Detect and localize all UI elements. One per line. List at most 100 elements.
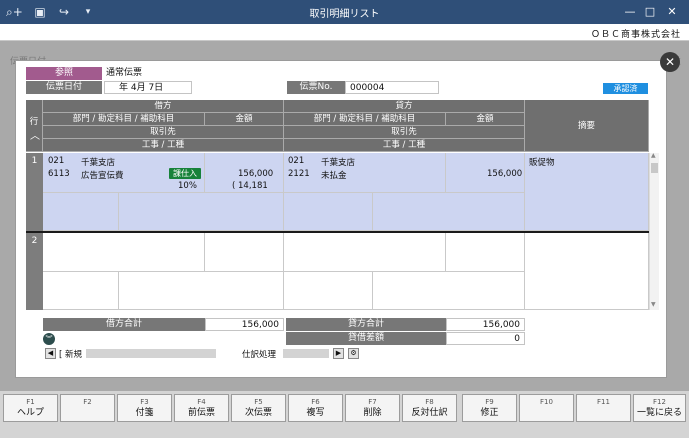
f7-key: F7 bbox=[368, 398, 377, 406]
row1-debit-dept-code: 021 bbox=[48, 156, 65, 166]
f9-key: F9 bbox=[485, 398, 494, 406]
f12-key: F12 bbox=[653, 398, 666, 406]
f12-label: 一覧に戻る bbox=[636, 408, 682, 418]
reference-label: 参照 bbox=[26, 67, 102, 80]
voucher-date-label: 伝票日付 bbox=[26, 81, 102, 94]
expand-down-icon[interactable]: ︾ bbox=[43, 333, 55, 345]
f5-next-voucher-button[interactable]: F5 次伝票 bbox=[231, 394, 286, 422]
row-number-2[interactable]: 2 bbox=[26, 233, 43, 310]
f6-label: 複写 bbox=[306, 408, 325, 418]
debit-account-header: 部門 / 勘定科目 / 補助科目 bbox=[43, 113, 205, 126]
redacted-process bbox=[283, 349, 329, 358]
row2-credit-account-cell[interactable] bbox=[284, 233, 446, 272]
row2-debit-partner-cell[interactable] bbox=[43, 272, 119, 310]
f10-button[interactable]: F10 bbox=[519, 394, 574, 422]
next-arrow-icon[interactable]: ▶ bbox=[333, 348, 344, 359]
f3-sticky-button[interactable]: F3 付箋 bbox=[117, 394, 172, 422]
settings-icon[interactable]: ⚙ bbox=[348, 348, 359, 359]
row1-debit-partner-cell[interactable] bbox=[43, 193, 119, 231]
f8-reverse-entry-button[interactable]: F8 反対仕訳 bbox=[402, 394, 457, 422]
f10-key: F10 bbox=[540, 398, 553, 406]
f7-delete-button[interactable]: F7 削除 bbox=[345, 394, 400, 422]
row2-debit-project-cell[interactable] bbox=[119, 272, 284, 310]
f11-key: F11 bbox=[597, 398, 610, 406]
f8-key: F8 bbox=[425, 398, 434, 406]
company-name: ＯＢＣ商事株式会社 bbox=[590, 30, 681, 40]
f1-label: ヘルプ bbox=[16, 408, 44, 418]
scroll-down-icon[interactable]: ▼ bbox=[651, 301, 656, 308]
f11-button[interactable]: F11 bbox=[576, 394, 631, 422]
row1-summary: 販促物 bbox=[529, 158, 555, 168]
row1-debit-account-name: 広告宣伝費 bbox=[81, 171, 124, 181]
debit-header: 借方 bbox=[43, 100, 284, 113]
f3-key: F3 bbox=[140, 398, 149, 406]
row1-credit-partner-cell[interactable] bbox=[284, 193, 373, 231]
row1-debit-tax-amount: ( 14,181 bbox=[232, 181, 268, 191]
f2-button[interactable]: F2 bbox=[60, 394, 115, 422]
row1-credit-account-code: 2121 bbox=[288, 169, 310, 179]
row1-debit-project-cell[interactable] bbox=[119, 193, 284, 231]
voucher-no-value: 000004 bbox=[345, 81, 439, 94]
f8-label: 反対仕訳 bbox=[411, 408, 448, 418]
f4-label: 前伝票 bbox=[187, 408, 215, 418]
f4-prev-voucher-button[interactable]: F4 前伝票 bbox=[174, 394, 229, 422]
f2-key: F2 bbox=[83, 398, 92, 406]
scrollbar-thumb[interactable] bbox=[651, 163, 658, 173]
row1-tax-rate: 10% bbox=[178, 181, 197, 191]
company-bar: ＯＢＣ商事株式会社 bbox=[0, 24, 689, 41]
credit-project-header: 工事 / 工種 bbox=[284, 139, 525, 152]
f9-label: 修正 bbox=[480, 408, 499, 418]
title-bar: ⌕+ ▣ ↪ ▾ 取引明細リスト — □ ✕ bbox=[0, 0, 689, 24]
row2-credit-partner-cell[interactable] bbox=[284, 272, 373, 310]
minimize-button[interactable]: — bbox=[620, 3, 640, 21]
debit-total-value: 156,000 bbox=[205, 318, 284, 331]
f3-label: 付箋 bbox=[135, 408, 154, 418]
collapse-up-icon[interactable]: ︿ bbox=[30, 127, 40, 142]
row1-credit-amount: 156,000 bbox=[487, 169, 523, 179]
credit-amount-header: 金額 bbox=[446, 113, 525, 126]
voucher-no-label: 伝票No. bbox=[287, 81, 345, 94]
balance-diff-value: 0 bbox=[446, 332, 525, 345]
debit-amount-header: 金額 bbox=[205, 113, 284, 126]
f7-label: 削除 bbox=[363, 408, 382, 418]
prev-arrow-icon[interactable]: ◀ bbox=[45, 348, 56, 359]
grid-vertical-scrollbar[interactable]: ▲ ▼ bbox=[649, 152, 659, 310]
row2-credit-amount-cell[interactable] bbox=[446, 233, 525, 272]
row1-tax-category-tag: 課仕入 bbox=[169, 168, 201, 179]
f9-edit-button[interactable]: F9 修正 bbox=[462, 394, 517, 422]
f12-back-to-list-button[interactable]: F12 一覧に戻る bbox=[633, 394, 686, 422]
scroll-up-icon[interactable]: ▲ bbox=[651, 152, 656, 159]
row1-credit-project-cell[interactable] bbox=[373, 193, 525, 231]
credit-header: 貸方 bbox=[284, 100, 525, 113]
f6-key: F6 bbox=[311, 398, 320, 406]
f5-key: F5 bbox=[254, 398, 263, 406]
status-prefix: [ 新規 bbox=[59, 350, 83, 360]
window-title: 取引明細リスト bbox=[309, 9, 380, 20]
f6-copy-button[interactable]: F6 複写 bbox=[288, 394, 343, 422]
debit-total-label: 借方合計 bbox=[43, 318, 205, 331]
debit-partner-header: 取引先 bbox=[43, 126, 284, 139]
credit-total-label: 貸方合計 bbox=[286, 318, 446, 331]
row2-summary-cell[interactable] bbox=[525, 233, 649, 310]
dialog-close-button[interactable]: ✕ bbox=[660, 52, 680, 72]
row1-credit-account-name: 未払金 bbox=[321, 171, 347, 181]
row1-debit-dept-name: 千葉支店 bbox=[81, 158, 116, 168]
row-number-1[interactable]: 1 bbox=[26, 153, 43, 231]
debit-project-header: 工事 / 工種 bbox=[43, 139, 284, 152]
voucher-date-value: 年 4月 7日 bbox=[104, 81, 192, 94]
process-label: 仕訳処理 bbox=[242, 350, 277, 360]
row2-debit-account-cell[interactable] bbox=[43, 233, 205, 272]
row-header: 行 bbox=[26, 100, 43, 152]
row1-credit-dept-name: 千葉支店 bbox=[321, 158, 356, 168]
row2-credit-project-cell[interactable] bbox=[373, 272, 525, 310]
redacted-info bbox=[86, 349, 216, 358]
maximize-button[interactable]: □ bbox=[640, 3, 660, 21]
f1-help-button[interactable]: F1 ヘルプ bbox=[3, 394, 58, 422]
balance-diff-label: 貸借差額 bbox=[286, 332, 446, 345]
credit-partner-header: 取引先 bbox=[284, 126, 525, 139]
row1-debit-amount: 156,000 bbox=[238, 169, 274, 179]
row1-credit-dept-code: 021 bbox=[288, 156, 305, 166]
row2-debit-amount-cell[interactable] bbox=[205, 233, 284, 272]
credit-total-value: 156,000 bbox=[446, 318, 525, 331]
close-window-button[interactable]: ✕ bbox=[662, 3, 682, 21]
